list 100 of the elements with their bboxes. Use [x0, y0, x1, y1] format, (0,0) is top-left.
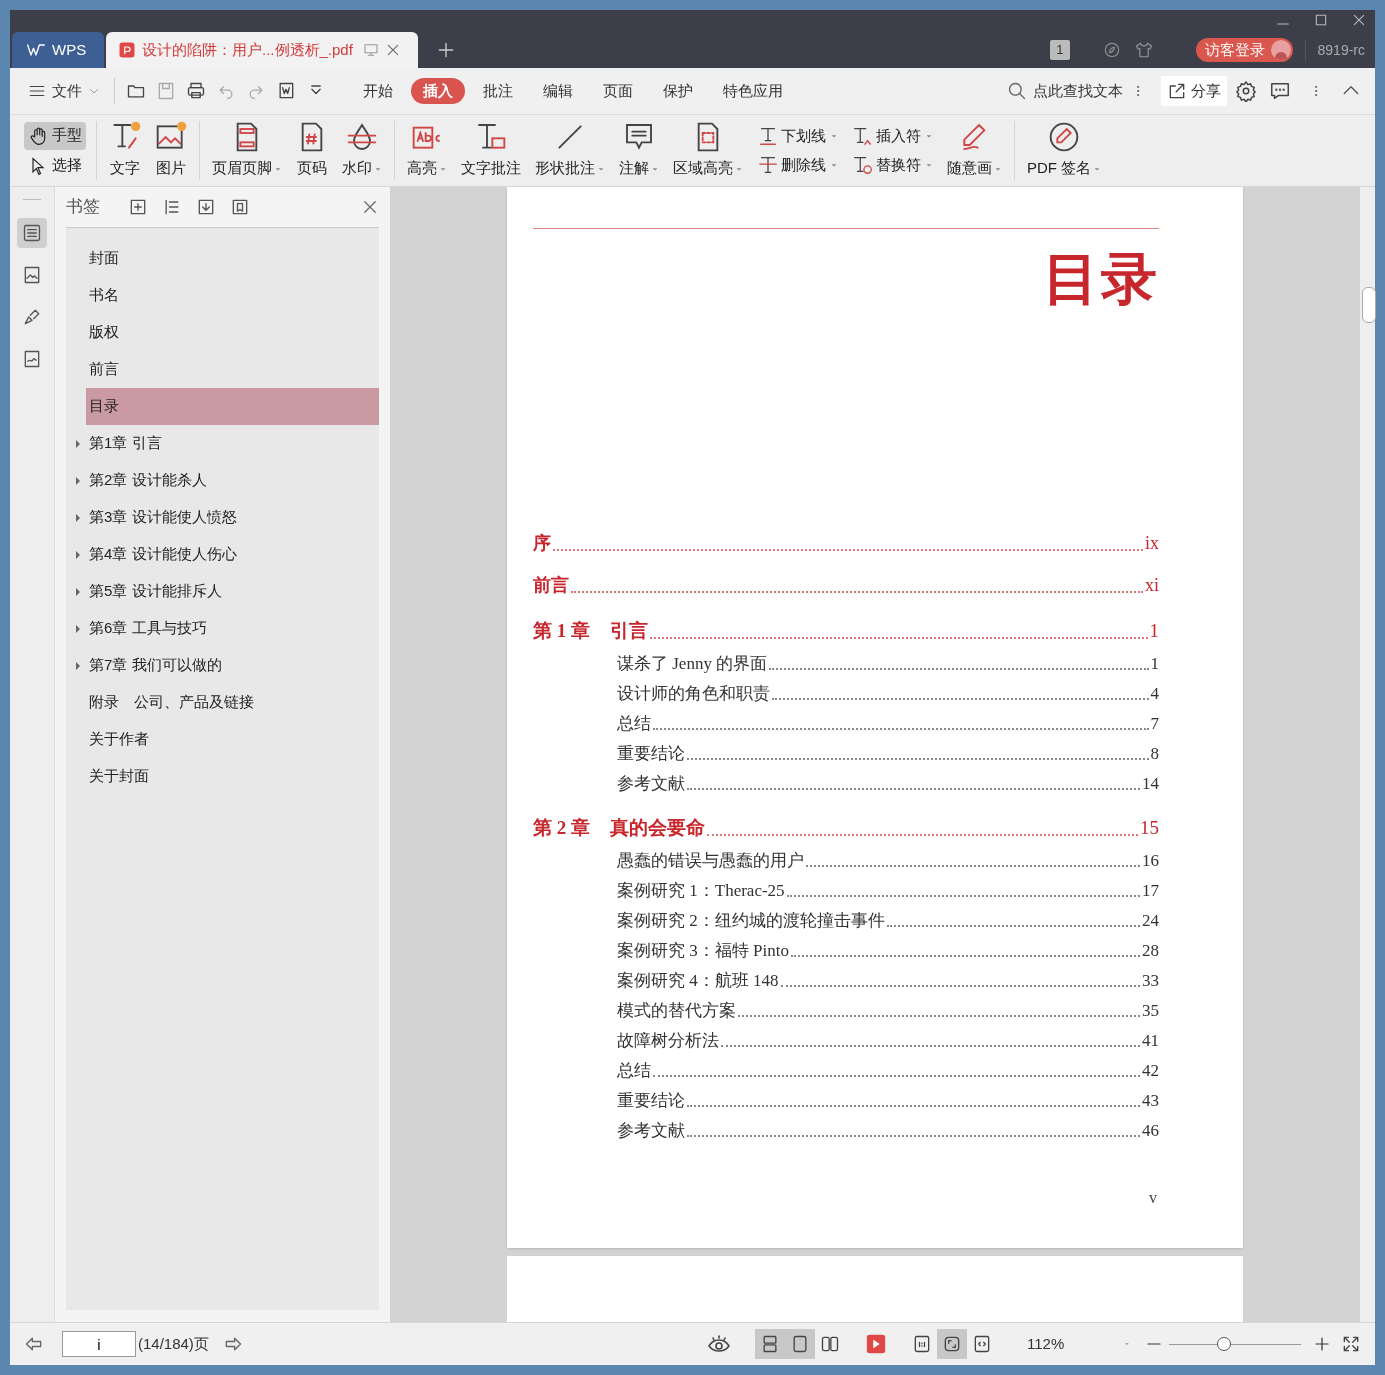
toc-entry-title: 模式的替代方案 — [617, 999, 736, 1022]
zoom-in-icon[interactable] — [1313, 1335, 1331, 1353]
toc-entry-title: 案例研究 4：航班 148 — [617, 969, 779, 992]
toc-page-number: ix — [1145, 532, 1159, 555]
toc-entry-title: 引言 — [610, 618, 648, 643]
ribbon-tab[interactable]: 保护 — [651, 78, 705, 104]
toc-page-number: 16 — [1142, 849, 1159, 872]
bookmark-item[interactable]: 版权 — [86, 314, 379, 351]
bookmark-icon[interactable] — [230, 197, 250, 217]
ribbon-tool-button[interactable]: 文字批注 — [455, 115, 527, 186]
single-page-icon[interactable] — [785, 1329, 815, 1359]
ribbon-tab[interactable]: 批注 — [471, 78, 525, 104]
page-heading: 目录 — [1042, 251, 1159, 307]
expand-arrow-icon[interactable] — [76, 662, 80, 670]
scrollbar[interactable] — [1360, 187, 1375, 1322]
zoom-slider-thumb[interactable] — [1217, 1337, 1232, 1351]
ribbon-tool-button[interactable]: 替换符 — [852, 153, 933, 176]
bookmark-item[interactable]: 第5章 设计能排斥人 — [86, 573, 379, 610]
toc-page-number: 1 — [1150, 652, 1159, 675]
mode-button[interactable]: 选择 — [24, 151, 86, 180]
close-icon[interactable] — [361, 198, 379, 216]
add-bookmark-icon[interactable] — [128, 197, 148, 217]
fullscreen-icon[interactable] — [1341, 1334, 1361, 1354]
underline-icon — [757, 125, 779, 148]
ribbon-tool-button[interactable]: 随意画 — [941, 115, 1008, 186]
bookmark-item[interactable]: 附录 公司、产品及链接 — [86, 684, 379, 721]
bookmark-item[interactable]: 目录 — [86, 388, 379, 425]
user-name: 8919-rc — [1317, 40, 1365, 60]
panel-title: 书签 — [66, 196, 100, 219]
comment-icon[interactable] — [1269, 80, 1291, 102]
expand-arrow-icon[interactable] — [76, 588, 80, 596]
signature-icon — [1048, 121, 1081, 154]
page-number-field[interactable]: i — [62, 1331, 136, 1357]
ribbon-tab[interactable]: 开始 — [351, 78, 405, 104]
counter-badge[interactable]: 1 — [1050, 40, 1070, 60]
bookmark-item[interactable]: 书名 — [86, 277, 379, 314]
app-name: WPS — [52, 39, 87, 60]
fit-page-icon[interactable] — [937, 1329, 967, 1359]
zoom-dropdown[interactable]: 112% — [1027, 1332, 1131, 1356]
chapter-number: 第 2 章 — [533, 815, 590, 840]
insert-mark-icon — [852, 125, 874, 148]
ribbon-tool-button[interactable]: 高亮 — [401, 115, 453, 186]
bookmark-item[interactable]: 第4章 设计能使人伤心 — [86, 536, 379, 573]
ribbon-tool-button[interactable]: 形状批注 — [529, 115, 611, 186]
ribbon-tool-button[interactable]: 插入符 — [852, 125, 933, 148]
share-button[interactable]: 分享 — [1161, 76, 1227, 106]
ribbon-tool-button[interactable]: 页眉页脚 — [206, 115, 288, 186]
file-menu[interactable]: 文件 — [20, 79, 108, 103]
toc-page-number: 24 — [1142, 909, 1159, 932]
ribbon-tool-button[interactable]: 注解 — [613, 115, 665, 186]
bookmark-item[interactable]: 关于作者 — [86, 721, 379, 758]
continuous-view-icon[interactable] — [755, 1329, 785, 1359]
bookmark-item[interactable]: 第1章 引言 — [86, 425, 379, 462]
close-icon[interactable] — [1351, 12, 1367, 28]
login-button[interactable]: 访客登录 — [1195, 38, 1293, 62]
toc-entry-title: 案例研究 3：福特 Pinto — [617, 939, 789, 962]
bookmark-item[interactable]: 前言 — [86, 351, 379, 388]
expand-arrow-icon[interactable] — [76, 440, 80, 448]
ribbon-tool-button[interactable]: 页码 — [290, 115, 334, 186]
bookmark-item[interactable]: 第6章 工具与技巧 — [86, 610, 379, 647]
expand-arrow-icon[interactable] — [76, 551, 80, 559]
shirt-icon[interactable] — [1133, 40, 1154, 60]
toc-entry-title: 序 — [533, 532, 551, 555]
maximize-icon[interactable] — [1313, 12, 1329, 28]
bookmark-item[interactable]: 封面 — [86, 240, 379, 277]
mode-button[interactable]: 手型 — [24, 121, 86, 150]
expand-icon[interactable] — [196, 197, 216, 217]
ribbon-tool-button[interactable]: 图片 — [149, 115, 193, 186]
settings-icon[interactable] — [1235, 80, 1257, 102]
expand-arrow-icon[interactable] — [76, 625, 80, 633]
ribbon-tab[interactable]: 编辑 — [531, 78, 585, 104]
bookmark-item[interactable]: 第2章 设计能杀人 — [86, 462, 379, 499]
ribbon-tool-button[interactable]: 区域高亮 — [667, 115, 749, 186]
document-tab[interactable]: 设计的陷阱：用户...例透析_.pdf — [106, 32, 418, 68]
bookmark-item[interactable]: 第3章 设计能使人愤怒 — [86, 499, 379, 536]
ribbon-tool-button[interactable]: PDF 签名 — [1021, 115, 1108, 186]
ribbon-tool-button[interactable]: 删除线 — [757, 153, 838, 176]
toc-page-number: 15 — [1140, 815, 1159, 840]
new-tab-icon[interactable] — [436, 40, 456, 60]
ribbon-tool-button[interactable]: 文字 — [103, 115, 147, 186]
toc-page-number: 8 — [1150, 742, 1159, 765]
toc-page-number: xi — [1145, 574, 1159, 597]
zoom-slider[interactable] — [1169, 1336, 1301, 1352]
search-button[interactable]: 点此查找文本 — [1007, 79, 1123, 103]
play-icon[interactable] — [865, 1333, 887, 1355]
ribbon-tab[interactable]: 插入 — [411, 78, 465, 104]
ribbon-tab[interactable]: 特色应用 — [711, 78, 795, 104]
bookmark-item[interactable]: 第7章 我们可以做的 — [86, 647, 379, 684]
ribbon-tool-button[interactable]: 下划线 — [757, 125, 838, 148]
bookmark-item[interactable]: 关于封面 — [86, 758, 379, 795]
ribbon-tool-button[interactable]: 水印 — [336, 115, 388, 186]
toc-page-number: 42 — [1142, 1059, 1159, 1082]
expand-arrow-icon[interactable] — [76, 514, 80, 522]
toc-entry-title: 总结 — [617, 1059, 651, 1082]
outline-icon[interactable] — [17, 218, 47, 248]
toc-entry-title: 重要结论 — [617, 1089, 685, 1112]
ribbon-tab[interactable]: 页面 — [591, 78, 645, 104]
app-tab[interactable]: WPS — [12, 32, 104, 68]
print-icon[interactable] — [186, 81, 206, 101]
expand-arrow-icon[interactable] — [76, 477, 80, 485]
